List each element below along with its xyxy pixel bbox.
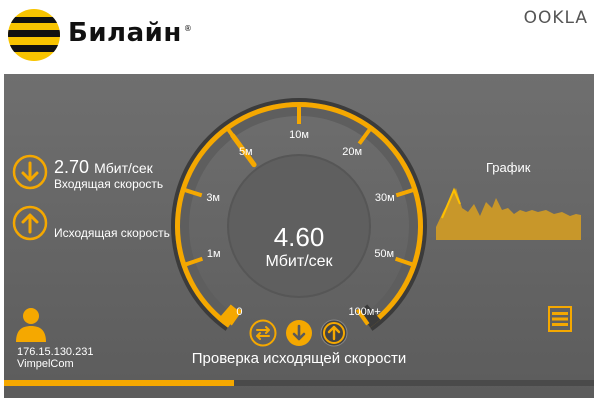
speed-graph	[436, 187, 581, 240]
ookla-logo: OOKLA	[523, 8, 588, 28]
progress-bar	[4, 380, 594, 386]
gauge-tick-label: 10м	[289, 129, 309, 141]
menu-icon[interactable]	[548, 306, 572, 332]
current-speed-unit: Мбит/сек	[265, 253, 333, 270]
download-label: Входящая скорость	[54, 177, 164, 191]
status-text: Проверка исходящей скорости	[191, 350, 407, 367]
gauge-tick-label: 5м	[238, 146, 253, 159]
brand-name: Билайн ®	[68, 18, 193, 48]
current-speed-value: 4.60	[273, 222, 325, 252]
client-ip: 176.15.130.231	[17, 346, 94, 358]
beeline-logo-icon	[8, 9, 60, 61]
speedtest-panel: 0 1м 3м 5м 10м 20м 30м 50м 100м+ 4.60 Мбит/сек 2…	[4, 74, 594, 398]
gauge-tick-label: 1м	[206, 247, 221, 260]
gauge-tick-label: 3м	[206, 191, 220, 204]
header: Билайн ® OOKLA	[0, 0, 600, 74]
gauge-tick-label: 100м+	[348, 305, 381, 318]
graph-label: График	[486, 160, 531, 175]
swap-button[interactable]	[249, 319, 277, 347]
upload-label: Исходящая скорость	[54, 226, 170, 240]
download-speed: 2.70 Мбит/сек	[54, 157, 153, 177]
gauge-tick-label: 20м	[342, 146, 363, 159]
download-icon	[12, 154, 48, 190]
gauge-tick-label: 30м	[374, 191, 395, 204]
download-test-button[interactable]	[285, 319, 313, 347]
client-isp: VimpelCom	[17, 358, 74, 370]
progress-fill	[4, 380, 235, 386]
gauge-tick-label: 0	[236, 305, 243, 318]
gauge-tick-label: 50м	[374, 247, 395, 260]
user-icon	[16, 308, 46, 342]
upload-test-button[interactable]	[320, 319, 348, 347]
upload-icon	[12, 205, 48, 241]
